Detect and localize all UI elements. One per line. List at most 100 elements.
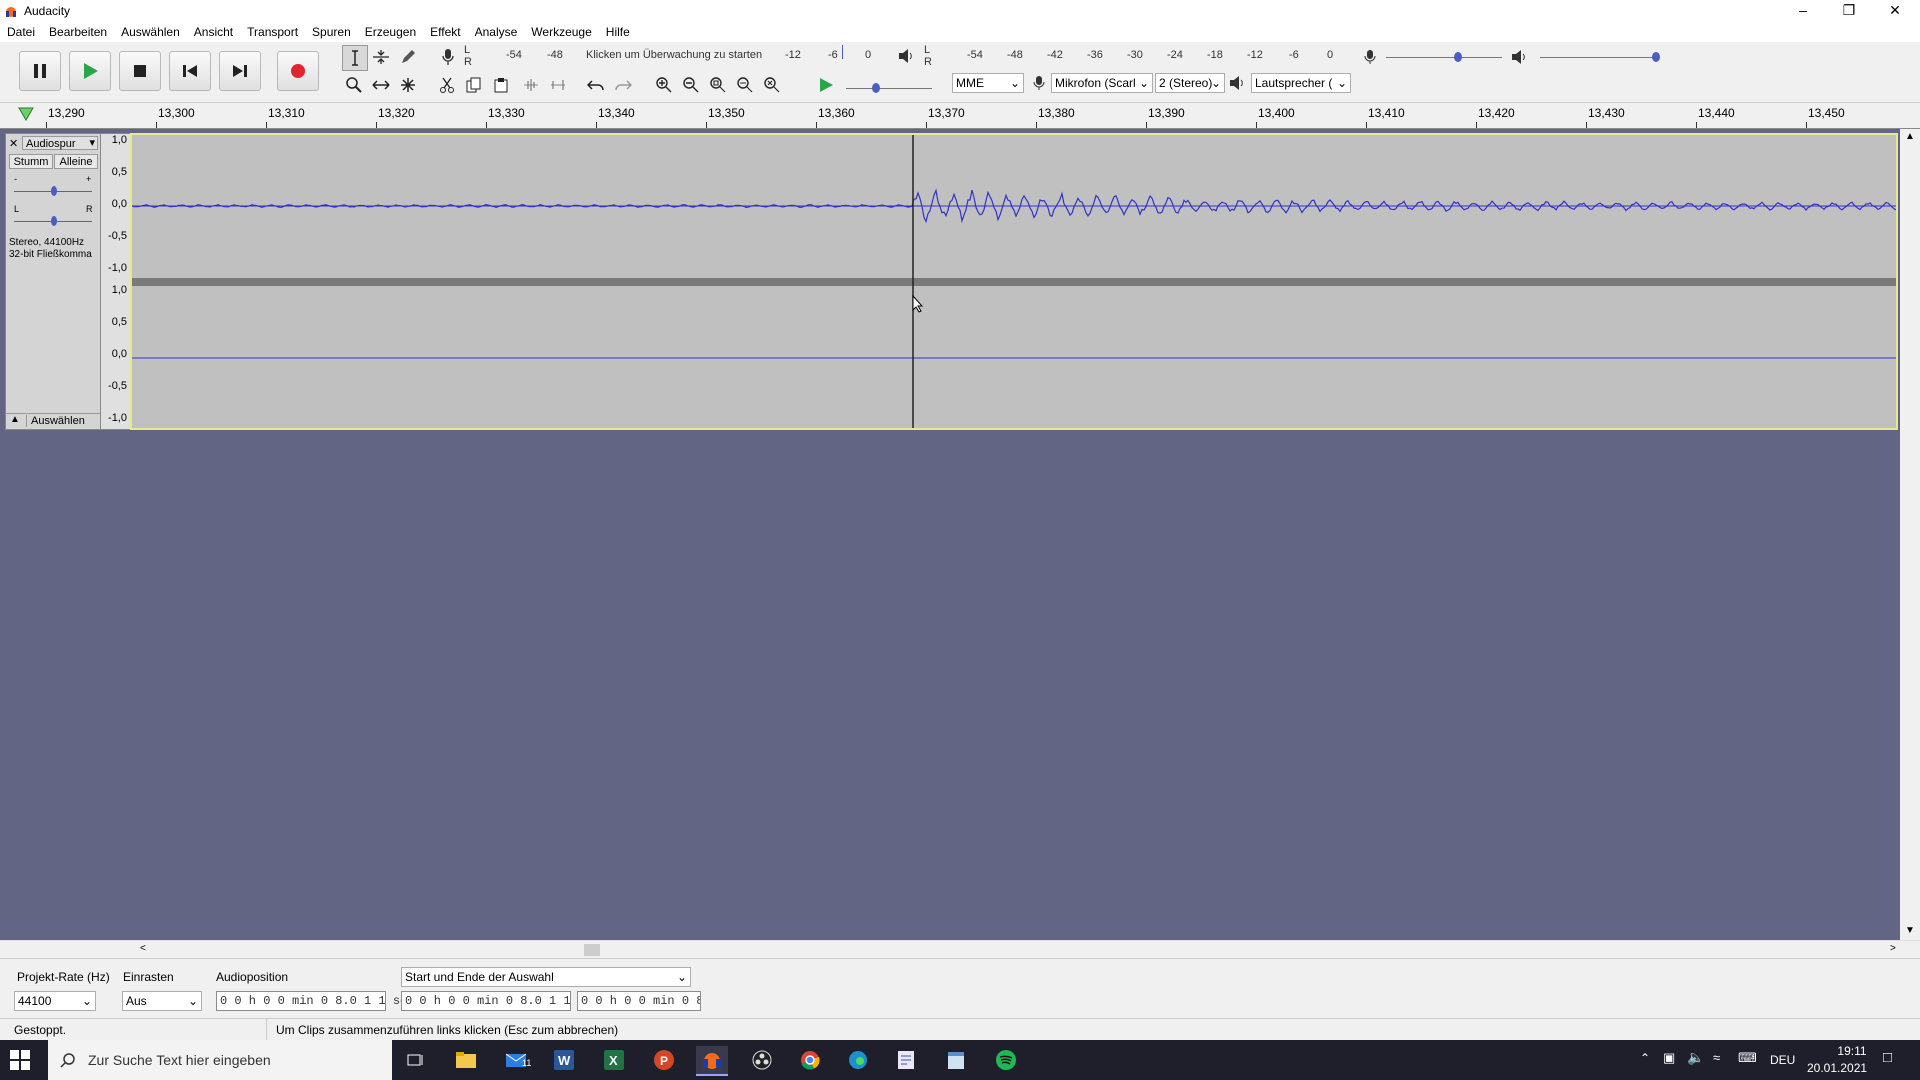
restore-button[interactable]: ❐ xyxy=(1826,0,1872,22)
scroll-left-icon[interactable]: < xyxy=(140,943,146,954)
taskbar-explorer[interactable] xyxy=(450,1046,482,1074)
double-arrow-icon xyxy=(372,80,390,90)
scroll-down-icon[interactable]: ▼ xyxy=(1905,925,1915,936)
channels-select[interactable]: 2 (Stereo) ⌄ xyxy=(1155,73,1225,93)
zoom-toggle-button[interactable] xyxy=(760,73,784,97)
undo-button[interactable] xyxy=(584,73,608,97)
mute-button[interactable]: Stumm xyxy=(9,154,53,169)
selection-mode-select[interactable]: Start und Ende der Auswahl ⌄ xyxy=(401,967,691,987)
pause-button[interactable] xyxy=(19,51,61,91)
taskbar-obs[interactable] xyxy=(746,1046,778,1074)
scissors-icon xyxy=(440,77,454,93)
menu-effekt[interactable]: Effekt xyxy=(423,22,467,42)
play-at-speed-button[interactable] xyxy=(814,73,838,97)
gain-slider[interactable] xyxy=(14,186,92,196)
minimize-button[interactable]: – xyxy=(1780,0,1826,22)
taskbar-word[interactable]: W xyxy=(548,1046,580,1074)
scroll-up-icon[interactable]: ▲ xyxy=(1905,131,1915,142)
selection-tool[interactable] xyxy=(342,45,368,71)
record-meter-mic[interactable] xyxy=(436,45,460,69)
recording-device-select[interactable]: Mikrofon (Scarl ⌄ xyxy=(1051,73,1153,93)
menu-bearbeiten[interactable]: Bearbeiten xyxy=(42,22,114,42)
wifi-icon[interactable]: ≈ xyxy=(1713,1050,1720,1065)
menu-ansicht[interactable]: Ansicht xyxy=(187,22,240,42)
audio-host-select[interactable]: MME ⌄ xyxy=(952,73,1024,93)
menu-werkzeuge[interactable]: Werkzeuge xyxy=(524,22,598,42)
envelope-tool[interactable] xyxy=(369,45,393,69)
trim-button[interactable] xyxy=(519,73,543,97)
ruler-tick-label: 13,290 xyxy=(48,106,85,120)
fit-project-button[interactable] xyxy=(733,73,757,97)
menu-datei[interactable]: Datei xyxy=(0,22,42,42)
start-button[interactable] xyxy=(10,1050,30,1073)
taskbar-app-notepad[interactable] xyxy=(940,1046,972,1074)
track-name-menu[interactable]: Audiospur ▾ xyxy=(22,136,98,150)
vertical-amplitude-scale[interactable]: 1,0 0,5 0,0 -0,5 -1,0 1,0 0,5 0,0 -0,5 -… xyxy=(101,133,130,430)
taskbar-audacity[interactable] xyxy=(696,1046,728,1076)
snap-select[interactable]: Aus ⌄ xyxy=(122,991,202,1011)
solo-button[interactable]: Alleine xyxy=(54,154,98,169)
taskbar-spotify[interactable] xyxy=(990,1046,1022,1074)
record-button[interactable] xyxy=(277,51,319,91)
rec-tick: -48 xyxy=(547,49,563,61)
playback-volume-slider[interactable] xyxy=(1540,48,1660,66)
volume-icon[interactable]: 🔈 xyxy=(1687,1049,1704,1066)
scroll-right-icon[interactable]: > xyxy=(1890,943,1896,954)
skip-to-start-button[interactable] xyxy=(169,51,211,91)
taskbar-mail[interactable]: 11 xyxy=(500,1046,532,1074)
rec-meter-hint[interactable]: Klicken um Überwachung zu starten xyxy=(586,49,762,67)
language-indicator[interactable]: DEU xyxy=(1770,1053,1795,1067)
taskbar-excel[interactable]: X xyxy=(598,1046,630,1074)
scroll-thumb[interactable] xyxy=(584,944,600,956)
menu-hilfe[interactable]: Hilfe xyxy=(599,22,637,42)
zoom-tool[interactable] xyxy=(342,73,366,97)
stop-button[interactable] xyxy=(119,51,161,91)
selection-end-time[interactable]: 0 0 h 0 0 min 0 8.0 1 xyxy=(577,991,701,1011)
close-track-button[interactable]: ✕ xyxy=(9,137,19,150)
keyboard-icon[interactable]: ⌨ xyxy=(1738,1050,1757,1066)
horizontal-scrollbar[interactable]: < > xyxy=(0,940,1920,959)
playback-device-select[interactable]: Lautsprecher (⌄ xyxy=(1251,73,1351,93)
fit-selection-button[interactable] xyxy=(706,73,730,97)
menu-erzeugen[interactable]: Erzeugen xyxy=(358,22,423,42)
timeline-ruler[interactable]: 13,290 13,300 13,310 13,320 13,330 13,340 13,3… xyxy=(0,103,1920,129)
taskbar-powerpoint[interactable]: P xyxy=(648,1046,680,1074)
menu-analyse[interactable]: Analyse xyxy=(468,22,525,42)
pan-slider[interactable] xyxy=(14,216,92,226)
play-button[interactable] xyxy=(69,51,111,91)
audio-position-time[interactable]: 0 0 h 0 0 min 0 8.0 1 1 sec xyxy=(216,991,414,1011)
track-select-button[interactable]: ▲ Auswählen xyxy=(6,413,100,429)
taskbar-app-document[interactable] xyxy=(890,1046,922,1074)
playback-meter-speaker[interactable] xyxy=(895,44,919,68)
taskbar-search-box[interactable]: Zur Suche Text hier eingeben xyxy=(48,1040,392,1080)
zoom-out-button[interactable] xyxy=(679,73,703,97)
menu-auswaehlen[interactable]: Auswählen xyxy=(114,22,187,42)
zoom-in-button[interactable] xyxy=(652,73,676,97)
skip-to-end-button[interactable] xyxy=(219,51,261,91)
taskbar-chrome[interactable] xyxy=(794,1046,826,1074)
menu-transport[interactable]: Transport xyxy=(240,22,305,42)
paste-button[interactable] xyxy=(489,73,513,97)
task-view-button[interactable] xyxy=(400,1046,432,1074)
tray-network-status-icon[interactable]: ▣ xyxy=(1663,1050,1675,1066)
draw-tool[interactable] xyxy=(396,45,420,69)
silence-button[interactable] xyxy=(546,73,570,97)
play-speed-slider[interactable] xyxy=(846,80,932,96)
show-hidden-icons-icon[interactable]: ⌃ xyxy=(1640,1051,1650,1065)
close-button[interactable]: ✕ xyxy=(1872,0,1918,22)
selection-start-time[interactable]: 0 0 h 0 0 min 0 8.0 1 1 sec xyxy=(401,991,599,1011)
recording-volume-slider[interactable] xyxy=(1386,48,1502,66)
project-rate-select[interactable]: 44100 ⌄ xyxy=(14,991,96,1011)
waveform-display[interactable] xyxy=(130,133,1898,430)
menu-spuren[interactable]: Spuren xyxy=(305,22,358,42)
time-shift-tool[interactable] xyxy=(369,73,393,97)
redo-button[interactable] xyxy=(611,73,635,97)
clock-time[interactable]: 19:11 xyxy=(1822,1044,1882,1058)
copy-button[interactable] xyxy=(462,73,486,97)
taskbar-edge[interactable] xyxy=(842,1046,874,1074)
clock-date[interactable]: 20.01.2021 xyxy=(1807,1061,1867,1075)
notification-icon[interactable]: □ xyxy=(1883,1049,1892,1066)
multi-tool[interactable] xyxy=(396,73,420,97)
cut-button[interactable] xyxy=(435,73,459,97)
vertical-scrollbar[interactable]: ▲ ▼ xyxy=(1900,129,1920,940)
